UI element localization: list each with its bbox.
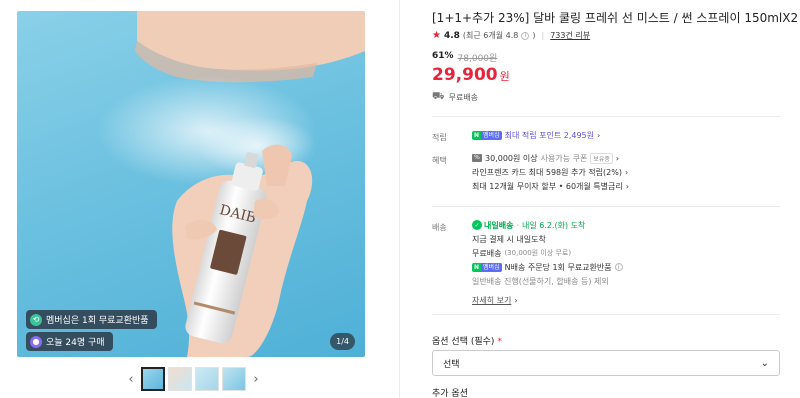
divider: · <box>516 220 519 230</box>
delivery-free-condition: (30,000원 이상 무료) <box>504 249 572 257</box>
sale-price-unit: 원 <box>499 70 510 83</box>
product-title: [1+1+추가 23%] 달바 쿨링 프레쉬 선 미스트 / 썬 스프레이 15… <box>432 11 799 25</box>
points-text: 최대 적립 포인트 2,495원 <box>504 130 595 140</box>
rating-row: ★ 4.8 (최근 6개월 4.8 i ) | 733건 리뷰 <box>432 30 590 41</box>
thumbnail-3[interactable] <box>195 367 219 391</box>
points-label: 적립 <box>432 133 447 142</box>
truck-icon: ⛟ <box>432 91 445 102</box>
thumbnail-strip: ‹ › <box>124 367 263 391</box>
coupon-icon: % <box>472 154 482 162</box>
coupon-owned-pill: 보유중 <box>590 152 613 164</box>
chevron-right-icon: › <box>514 295 518 305</box>
product-photo-illustration: DAIB <box>97 11 365 357</box>
coupon-line[interactable]: % 30,000원 이상 사용가능 쿠폰 보유중 › <box>472 151 629 165</box>
reviews-link[interactable]: 733건 리뷰 <box>550 30 590 41</box>
arrival-date: 내일 6.2.(화) 도착 <box>522 220 586 230</box>
section-divider <box>432 314 780 315</box>
card-benefit-text: 라인프렌즈 카드 최대 598원 추가 적립(2%) <box>472 167 622 177</box>
shipping-text: 무료배송 <box>448 93 479 102</box>
product-main-image[interactable]: DAIB ⟲ 멤버십은 1회 무료교환반품 ● 오늘 24명 구매 1/4 <box>17 11 365 357</box>
divider: | <box>541 31 545 40</box>
info-icon[interactable]: i <box>614 263 623 271</box>
additional-option-label: 추가 옵션 <box>432 389 468 398</box>
thumbnail-2[interactable] <box>168 367 192 391</box>
benefits-label: 혜택 <box>432 156 447 165</box>
thumb-next-arrow-icon[interactable]: › <box>249 372 263 387</box>
star-icon: ★ <box>432 30 441 41</box>
delivery-free: 무료배송 <box>472 248 502 258</box>
check-icon: ✓ <box>472 220 482 230</box>
rating-recent: (최근 6개월 4.8 <box>462 31 519 40</box>
membership-return-text: 멤버십은 1회 무료교환반품 <box>46 316 149 326</box>
chevron-right-icon: › <box>597 130 601 140</box>
rating-recent-close: ) <box>532 31 536 40</box>
chevron-right-icon: › <box>625 181 629 191</box>
points-body[interactable]: N 멤버십 최대 적립 포인트 2,495원 › <box>472 128 600 142</box>
section-divider <box>432 206 780 207</box>
general-delivery-note: 일반배송 진행(선물하기, 합배송 등) 제외 <box>472 276 609 286</box>
benefits-body: % 30,000원 이상 사용가능 쿠폰 보유중 › 라인프렌즈 카드 최대 5… <box>472 151 629 193</box>
delivery-label: 배송 <box>432 223 447 232</box>
delivery-more-link[interactable]: 자세히 보기 › <box>472 293 623 307</box>
purchase-count-text: 오늘 24명 구매 <box>46 338 105 348</box>
option-select-value: 선택 <box>443 359 460 370</box>
discount-rate: 61% <box>432 51 454 61</box>
npay-return-text: N배송 주문당 1회 무료교환반품 <box>504 262 612 272</box>
sale-price-value: 29,900 <box>432 65 498 85</box>
image-pager: 1/4 <box>330 333 355 350</box>
shipping-summary: ⛟ 무료배송 <box>432 91 478 104</box>
thumb-prev-arrow-icon[interactable]: ‹ <box>124 372 138 387</box>
exchange-icon: ⟲ <box>30 313 42 326</box>
coupon-amount: 30,000원 이상 <box>485 153 538 163</box>
required-mark: * <box>497 337 502 347</box>
installment-text: 최대 12개월 무이자 할부 • 60개월 특별금리 <box>472 181 623 191</box>
coupon-text: 사용가능 쿠폰 <box>540 153 588 163</box>
bag-icon: ● <box>30 335 42 348</box>
rating-score: 4.8 <box>443 30 460 41</box>
discount-row: 61% 78,000원 <box>432 51 497 64</box>
option-select[interactable]: 선택 ⌄ <box>432 350 780 376</box>
section-divider <box>432 116 780 117</box>
sale-price: 29,900 원 <box>432 65 510 85</box>
purchase-count-badge: ● 오늘 24명 구매 <box>26 332 113 351</box>
tomorrow-delivery-tag: ✓ 내일배송 <box>472 220 513 231</box>
option-label: 옵션 선택 (필수) * <box>432 337 502 347</box>
chevron-right-icon: › <box>624 167 629 177</box>
installment-line[interactable]: 최대 12개월 무이자 할부 • 60개월 특별금리 › <box>472 179 629 193</box>
delivery-note: 지금 결제 시 내일도착 <box>472 234 546 244</box>
delivery-body: ✓ 내일배송 · 내일 6.2.(화) 도착 지금 결제 시 내일도착 무료배송… <box>472 218 623 307</box>
info-icon[interactable]: i <box>521 31 530 40</box>
more-details-link[interactable]: 자세히 보기 <box>472 295 511 306</box>
thumbnail-4[interactable] <box>222 367 246 391</box>
card-benefit-line[interactable]: 라인프렌즈 카드 최대 598원 추가 적립(2%) › <box>472 165 629 179</box>
membership-return-badge: ⟲ 멤버십은 1회 무료교환반품 <box>26 310 157 329</box>
chevron-down-icon: ⌄ <box>760 357 769 369</box>
original-price: 78,000원 <box>457 54 498 64</box>
npay-membership-badge: N 멤버십 <box>472 130 502 140</box>
column-divider <box>399 0 400 398</box>
npay-membership-badge: N 멤버십 <box>472 262 502 272</box>
thumbnail-1[interactable] <box>141 367 165 391</box>
chevron-right-icon: › <box>615 153 620 163</box>
